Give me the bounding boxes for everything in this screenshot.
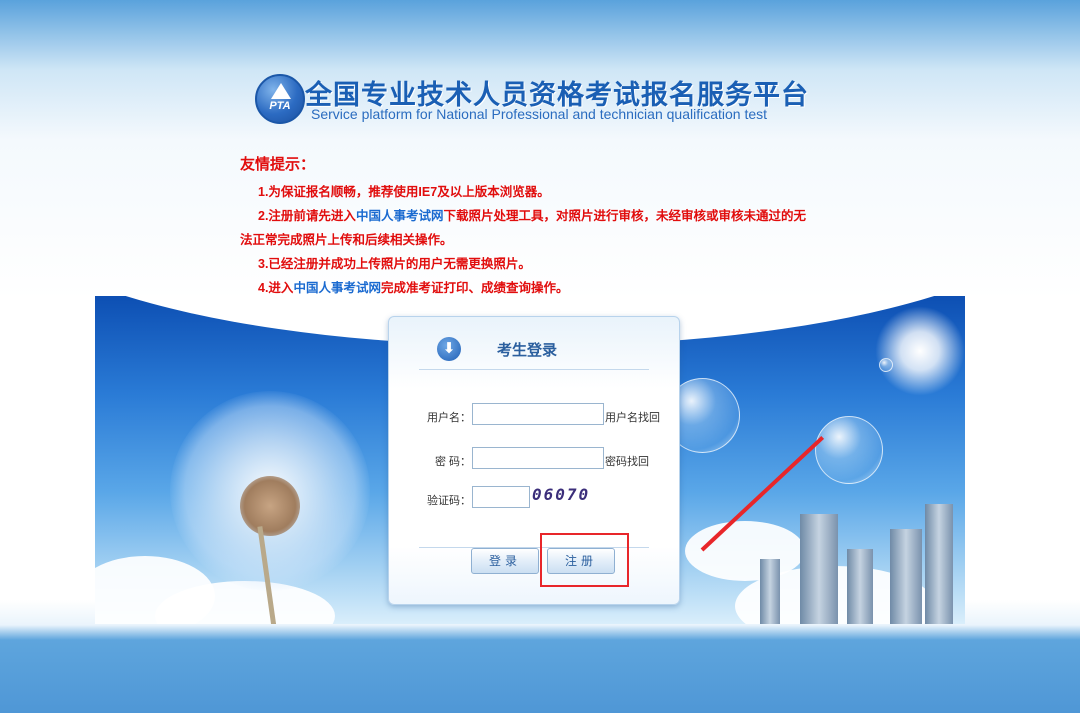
notice-item-3: 3.已经注册并成功上传照片的用户无需更换照片。 bbox=[258, 257, 531, 271]
cpta-link-1[interactable]: 中国人事考试网 bbox=[356, 209, 444, 223]
site-title-en: Service platform for National Profession… bbox=[311, 106, 768, 122]
building bbox=[760, 559, 780, 624]
dandelion-center bbox=[240, 476, 300, 536]
site-header: PTA 全国专业技术人员资格考试报名服务平台 Service platform … bbox=[255, 68, 825, 128]
notice-section: 友情提示： 1.为保证报名顺畅，推荐使用IE7及以上版本浏览器。 2.注册前请先… bbox=[240, 153, 840, 300]
login-title: 考生登录 bbox=[497, 342, 558, 359]
notice-item-4-text-cont: 完成准考证打印、成绩查询操作。 bbox=[380, 281, 569, 295]
logo-mountain-icon bbox=[271, 83, 291, 99]
building bbox=[890, 529, 922, 624]
username-label: 用户名： bbox=[427, 412, 471, 424]
password-label: 密 码： bbox=[434, 456, 471, 468]
logo-text: PTA bbox=[269, 100, 291, 112]
down-arrow-icon: ⬇ bbox=[437, 337, 461, 361]
pta-logo: PTA bbox=[255, 74, 305, 124]
notice-item-4-text: 4.进入 bbox=[258, 281, 294, 295]
bubble bbox=[879, 358, 893, 372]
bubble bbox=[815, 416, 883, 484]
notice-item-2-line2: 法正常完成照片上传和后续相关操作。 bbox=[240, 233, 453, 247]
captcha-label: 验证码： bbox=[427, 495, 471, 507]
notice-item-2: 2.注册前请先进入中国人事考试网下载照片处理工具，对照片进行审核，未经审核或审核… bbox=[240, 204, 840, 252]
username-input[interactable] bbox=[472, 403, 604, 425]
building bbox=[925, 504, 953, 624]
captcha-image[interactable]: 06070 bbox=[532, 485, 602, 507]
username-recover-link[interactable]: 用户名找回 bbox=[605, 409, 660, 425]
cpta-link-2[interactable]: 中国人事考试网 bbox=[293, 281, 381, 295]
sun-glow bbox=[875, 306, 965, 396]
notice-item-1: 1.为保证报名顺畅，推荐使用IE7及以上版本浏览器。 bbox=[258, 185, 550, 199]
dandelion-image bbox=[170, 391, 370, 591]
login-panel: ⬇ 考生登录 用户名： 用户名找回 密 码： 密码找回 验证码： 06070 登… bbox=[388, 316, 680, 605]
notice-item-2-text: 2.注册前请先进入 bbox=[258, 209, 356, 223]
captcha-input[interactable] bbox=[472, 486, 530, 508]
building bbox=[800, 514, 838, 624]
notice-title: 友情提示： bbox=[240, 156, 316, 173]
header-divider bbox=[419, 369, 649, 370]
login-button[interactable]: 登录 bbox=[471, 548, 539, 574]
password-input[interactable] bbox=[472, 447, 604, 469]
register-highlight-box bbox=[540, 533, 629, 587]
building bbox=[847, 549, 873, 624]
password-recover-link[interactable]: 密码找回 bbox=[605, 453, 649, 469]
notice-item-2-text-cont: 下载照片处理工具，对照片进行审核，未经审核或审核未通过的无 bbox=[443, 209, 806, 223]
